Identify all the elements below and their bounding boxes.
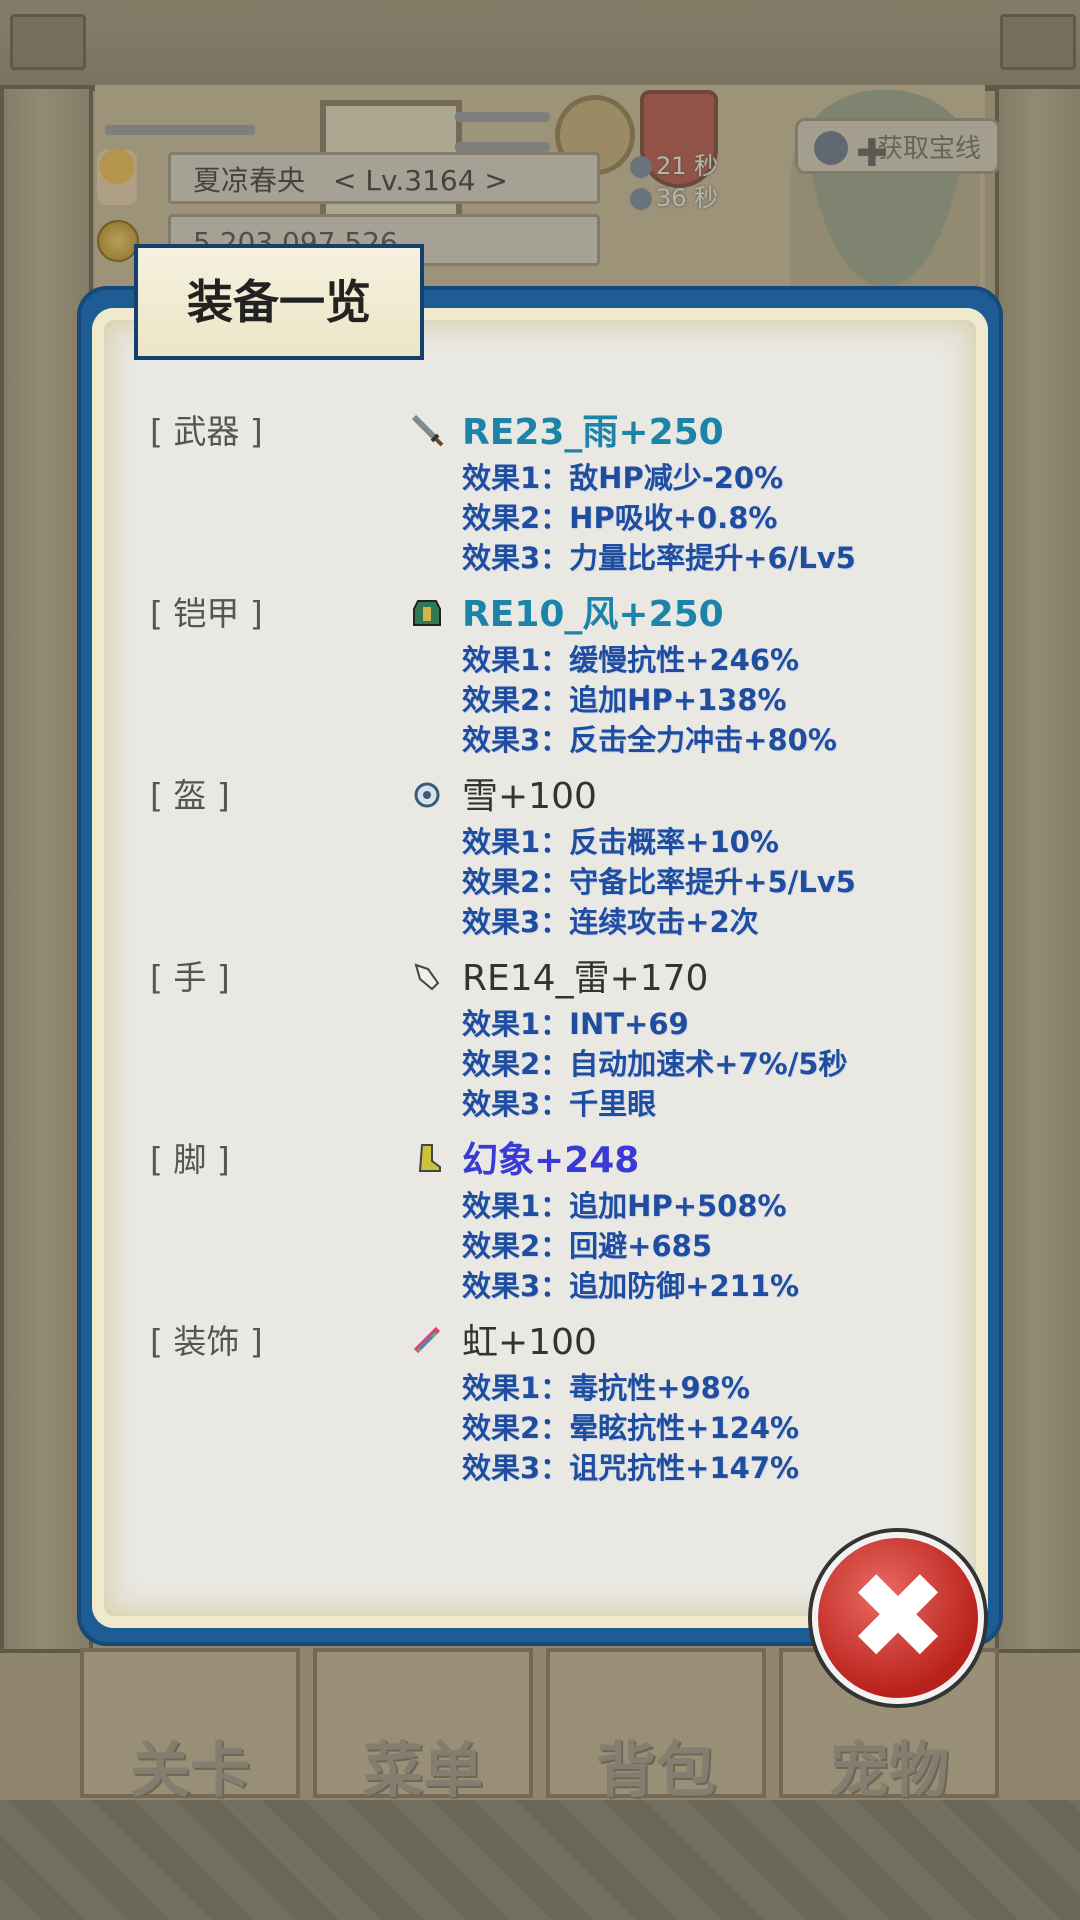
item-effect: 效果1：毒抗性+98% — [462, 1371, 750, 1405]
item-effect: 效果3：千里眼 — [462, 1087, 657, 1121]
item-name[interactable]: 幻象+248 — [462, 1131, 639, 1183]
slot-label: [ 手 ] — [150, 958, 230, 997]
item-effect: 效果1：反击概率+10% — [462, 825, 779, 859]
item-effect: 效果2：晕眩抗性+124% — [462, 1411, 800, 1445]
close-button[interactable]: ✖ — [812, 1532, 984, 1704]
item-effect: 效果2：自动加速术+7%/5秒 — [462, 1047, 848, 1081]
item-name[interactable]: RE14_雷+170 — [462, 949, 708, 1001]
item-effect: 效果1：INT+69 — [462, 1007, 689, 1041]
slot-label: [ 盔 ] — [150, 776, 230, 815]
item-effect: 效果2：守备比率提升+5/Lv5 — [462, 865, 856, 899]
item-effect: 效果2：回避+685 — [462, 1229, 713, 1263]
slot-label: [ 脚 ] — [150, 1140, 230, 1179]
close-icon: ✖ — [847, 1548, 949, 1687]
item-name[interactable]: 雪+100 — [462, 767, 597, 819]
slot-label: [ 装饰 ] — [150, 1322, 263, 1361]
item-name[interactable]: 虹+100 — [462, 1313, 597, 1365]
item-name[interactable]: RE10_风+250 — [462, 585, 724, 637]
item-effect: 效果2：HP吸收+0.8% — [462, 501, 778, 535]
item-effect: 效果2：追加HP+138% — [462, 683, 787, 717]
gauntlet-icon — [410, 959, 444, 993]
item-effect: 效果1：追加HP+508% — [462, 1189, 787, 1223]
item-effect: 效果1：缓慢抗性+246% — [462, 643, 800, 677]
slot-label: [ 武器 ] — [150, 412, 263, 451]
item-name[interactable]: RE23_雨+250 — [462, 403, 724, 455]
armor-icon — [410, 595, 444, 629]
dialog-title: 装备一览 — [134, 244, 424, 360]
item-effect: 效果3：连续攻击+2次 — [462, 905, 759, 939]
item-effect: 效果3：追加防御+211% — [462, 1269, 800, 1303]
item-effect: 效果3：诅咒抗性+147% — [462, 1451, 800, 1485]
helmet-icon — [410, 777, 444, 811]
sword-icon — [410, 413, 444, 447]
item-effect: 效果1：敌HP减少-20% — [462, 461, 784, 495]
rainbow-feather-icon — [410, 1323, 444, 1357]
slot-label: [ 铠甲 ] — [150, 594, 263, 633]
item-effect: 效果3：力量比率提升+6/Lv5 — [462, 541, 856, 575]
boots-icon — [410, 1141, 444, 1175]
item-effect: 效果3：反击全力冲击+80% — [462, 723, 837, 757]
